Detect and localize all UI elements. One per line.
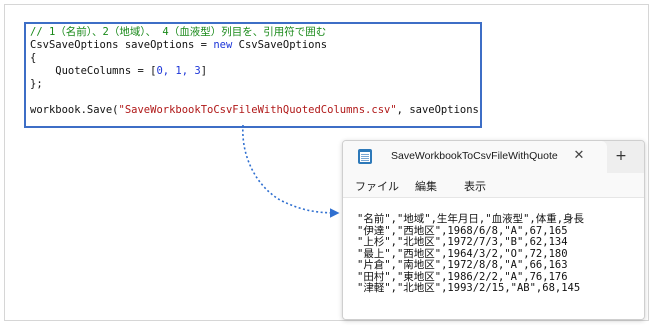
menu-edit[interactable]: 編集	[415, 178, 437, 194]
code-line-open-brace: {	[30, 52, 37, 64]
code-line-declaration: CsvSaveOptions saveOptions = new CsvSave…	[30, 39, 476, 52]
figure-frame: // 1（名前）、2（地域）、 4（血液型）列目を、引用符で囲む CsvSaveO…	[4, 4, 649, 321]
file-tab[interactable]: SaveWorkbookToCsvFileWithQuote ✕	[343, 141, 607, 173]
code-text: workbook.Save(	[30, 104, 119, 116]
menu-view[interactable]: 表示	[464, 178, 486, 194]
csv-line: "津軽","北地区",1993/2/15,"AB",68,145	[357, 282, 581, 294]
connector-arrow-path	[242, 124, 340, 218]
code-text: CsvSaveOptions	[232, 39, 328, 51]
code-line-close-brace: };	[30, 78, 43, 90]
code-text: , saveOptions);	[396, 104, 480, 116]
code-line-quote-columns: QuoteColumns = [0, 1, 3]	[30, 65, 476, 78]
code-text: CsvSaveOptions saveOptions =	[30, 39, 214, 51]
notepad-window: SaveWorkbookToCsvFileWithQuote ✕ + ファイル …	[342, 140, 645, 320]
title-bar: SaveWorkbookToCsvFileWithQuote ✕ +	[343, 141, 644, 173]
csv-content: "名前","地域",生年月日,"血液型",体重,身長 "伊達","西地区",196…	[357, 213, 585, 295]
code-comment: // 1（名前）、2（地域）、 4（血液型）列目を、引用符で囲む	[30, 26, 327, 38]
csv-line: "片倉","南地区",1972/8/8,"A",66,163	[357, 259, 568, 271]
code-snippet: // 1（名前）、2（地域）、 4（血液型）列目を、引用符で囲む CsvSaveO…	[24, 22, 482, 128]
code-keyword: new	[213, 39, 233, 51]
tab-title: SaveWorkbookToCsvFileWithQuote	[391, 150, 558, 162]
code-text: QuoteColumns = [	[30, 65, 157, 77]
menu-file[interactable]: ファイル	[355, 178, 399, 194]
text-editor[interactable]: "名前","地域",生年月日,"血液型",体重,身長 "伊達","西地区",196…	[343, 198, 644, 319]
code-line-save: workbook.Save("SaveWorkbookToCsvFileWith…	[30, 104, 480, 117]
menu-bar: ファイル 編集 表示	[343, 173, 644, 198]
notepad-icon	[358, 149, 372, 164]
csv-line: "上杉","北地区",1972/7/3,"B",62,134	[357, 236, 568, 248]
close-icon[interactable]: ✕	[571, 148, 587, 164]
new-tab-button[interactable]: +	[613, 148, 629, 164]
code-string: "SaveWorkbookToCsvFileWithQuotedColumns.…	[118, 104, 397, 116]
csv-line: "名前","地域",生年月日,"血液型",体重,身長	[357, 213, 585, 225]
code-text: ]	[200, 65, 208, 77]
code-numbers: 0, 1, 3	[156, 65, 201, 77]
